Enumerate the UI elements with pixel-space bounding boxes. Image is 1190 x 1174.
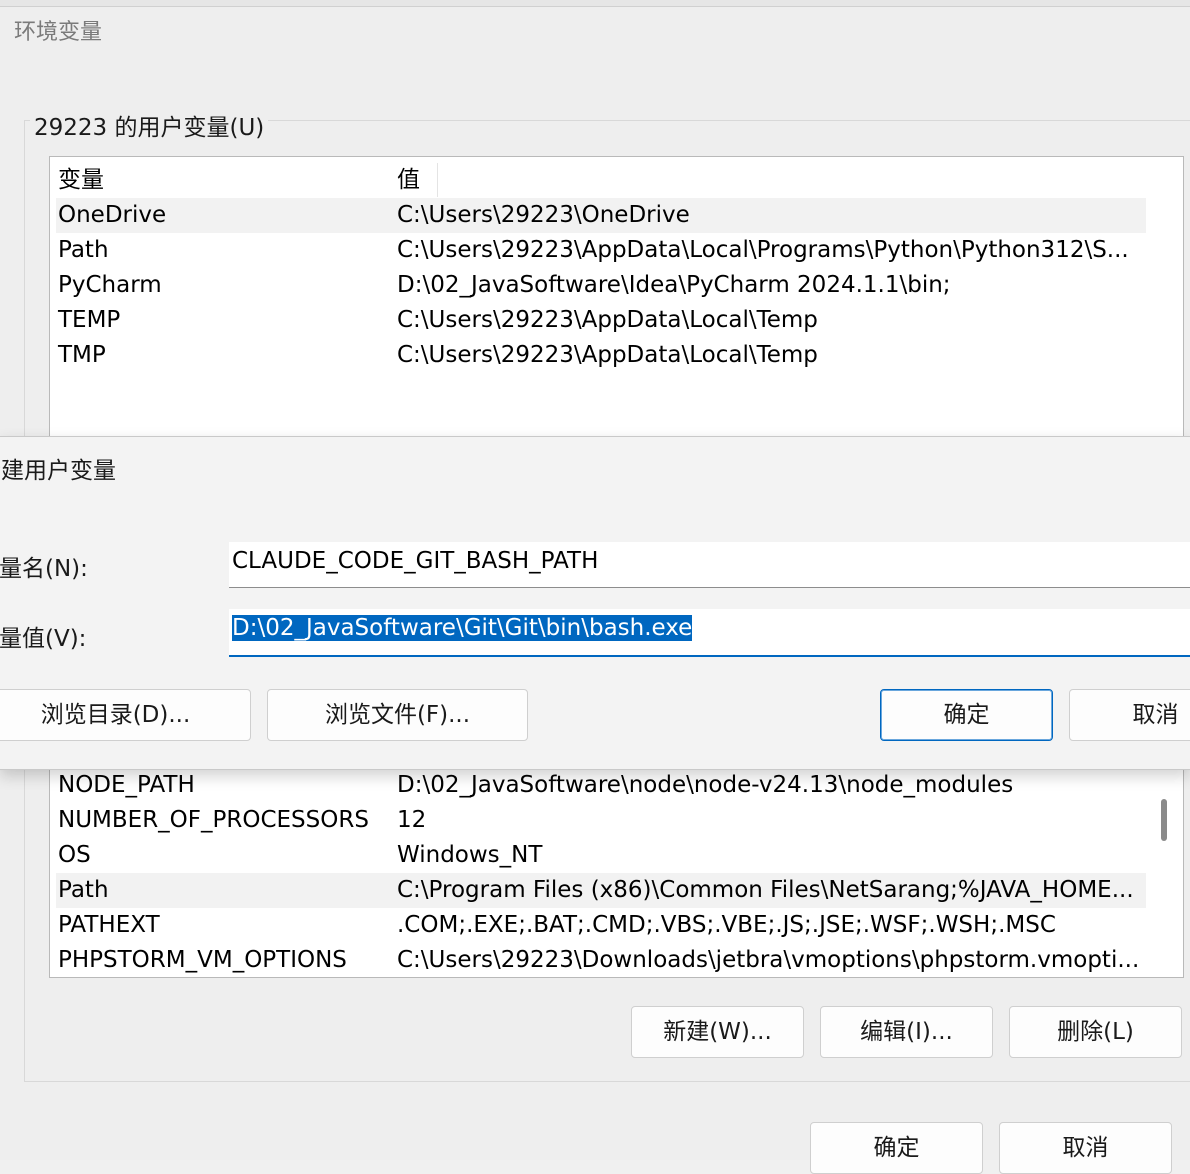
variable-value: C:\Users\29223\OneDrive: [397, 202, 690, 228]
dialog-title: 新建用户变量: [0, 458, 116, 484]
ok-button[interactable]: 确定: [810, 1122, 983, 1174]
table-row[interactable]: OS Windows_NT: [56, 838, 1146, 873]
column-header-value[interactable]: 值: [397, 163, 1147, 198]
variable-value-text-selected: D:\02_JavaSoftware\Git\Git\bin\bash.exe: [232, 615, 693, 641]
variable-name: Path: [58, 877, 109, 903]
variable-name: Path: [58, 237, 109, 263]
variable-name: OS: [58, 842, 91, 868]
column-header-variable[interactable]: 变量: [58, 163, 104, 198]
table-row[interactable]: NUMBER_OF_PROCESSORS 12: [56, 803, 1146, 838]
variable-value: D:\02_JavaSoftware\node\node-v24.13\node…: [397, 772, 1014, 798]
table-row[interactable]: PATHEXT .COM;.EXE;.BAT;.CMD;.VBS;.VBE;.J…: [56, 908, 1146, 943]
variable-value-input[interactable]: D:\02_JavaSoftware\Git\Git\bin\bash.exe: [229, 609, 1190, 657]
edit-system-variable-button[interactable]: 编辑(I)...: [820, 1006, 993, 1058]
list-header: 变量 值: [56, 163, 1146, 198]
table-row[interactable]: OneDrive C:\Users\29223\OneDrive: [56, 198, 1146, 233]
new-system-variable-button[interactable]: 新建(W)...: [631, 1006, 804, 1058]
table-row[interactable]: PyCharm D:\02_JavaSoftware\Idea\PyCharm …: [56, 268, 1146, 303]
variable-value: C:\Users\29223\AppData\Local\Temp: [397, 342, 818, 368]
user-variables-list[interactable]: 变量 值 OneDrive C:\Users\29223\OneDrive Pa…: [49, 156, 1184, 458]
table-row[interactable]: TEMP C:\Users\29223\AppData\Local\Temp: [56, 303, 1146, 338]
table-row[interactable]: Path C:\Program Files (x86)\Common Files…: [56, 873, 1146, 908]
variable-name: PHPSTORM_VM_OPTIONS: [58, 947, 347, 973]
variable-name: NODE_PATH: [58, 772, 195, 798]
delete-system-variable-button[interactable]: 删除(L): [1009, 1006, 1182, 1058]
variable-name-label: 变量名(N):: [0, 556, 88, 582]
variable-name: PATHEXT: [58, 912, 160, 938]
scrollbar-thumb[interactable]: [1161, 799, 1167, 841]
column-divider[interactable]: [437, 163, 438, 197]
dialog-cancel-button[interactable]: 取消: [1069, 689, 1190, 741]
variable-value: C:\Users\29223\AppData\Local\Temp: [397, 307, 818, 333]
system-variables-list[interactable]: NODE_PATH D:\02_JavaSoftware\node\node-v…: [49, 740, 1184, 978]
browse-file-button[interactable]: 浏览文件(F)...: [267, 689, 528, 741]
table-row[interactable]: TMP C:\Users\29223\AppData\Local\Temp: [56, 338, 1146, 373]
variable-name: TMP: [58, 342, 106, 368]
variable-name: PyCharm: [58, 272, 162, 298]
variable-value: C:\Users\29223\Downloads\jetbra\vmoption…: [397, 947, 1140, 973]
variable-name-input[interactable]: CLAUDE_CODE_GIT_BASH_PATH: [229, 542, 1190, 588]
dialog-ok-button[interactable]: 确定: [880, 689, 1053, 741]
variable-name: NUMBER_OF_PROCESSORS: [58, 807, 369, 833]
table-row[interactable]: Path C:\Users\29223\AppData\Local\Progra…: [56, 233, 1146, 268]
table-row[interactable]: NODE_PATH D:\02_JavaSoftware\node\node-v…: [56, 768, 1146, 803]
cancel-button[interactable]: 取消: [999, 1122, 1172, 1174]
variable-value: C:\Program Files (x86)\Common Files\NetS…: [397, 877, 1134, 903]
user-variables-group-label: 29223 的用户变量(U): [30, 108, 269, 142]
variable-name-text: CLAUDE_CODE_GIT_BASH_PATH: [232, 548, 599, 574]
window-title: 环境变量: [14, 20, 103, 45]
variable-value-label: 变量值(V):: [0, 626, 87, 652]
new-user-variable-dialog: 新建用户变量 变量名(N): CLAUDE_CODE_GIT_BASH_PATH…: [0, 436, 1190, 770]
variable-value: 12: [397, 807, 427, 833]
browse-directory-button[interactable]: 浏览目录(D)...: [0, 689, 251, 741]
table-row[interactable]: PHPSTORM_VM_OPTIONS C:\Users\29223\Downl…: [56, 943, 1146, 977]
variable-value: Windows_NT: [397, 842, 543, 868]
variable-name: TEMP: [58, 307, 121, 333]
variable-value: C:\Users\29223\AppData\Local\Programs\Py…: [397, 237, 1129, 263]
parent-window-edge: [0, 0, 1190, 7]
variable-value: D:\02_JavaSoftware\Idea\PyCharm 2024.1.1…: [397, 272, 951, 298]
variable-value: .COM;.EXE;.BAT;.CMD;.VBS;.VBE;.JS;.JSE;.…: [397, 912, 1056, 938]
variable-name: OneDrive: [58, 202, 167, 228]
